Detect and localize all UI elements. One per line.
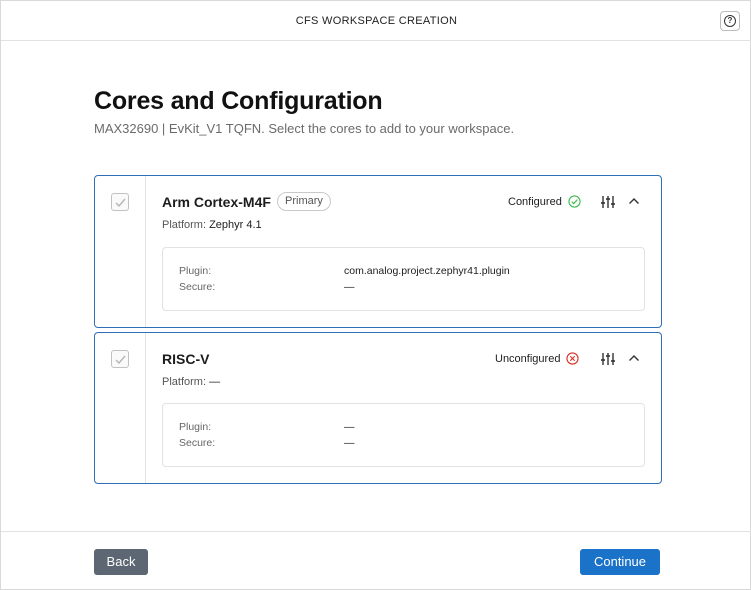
secure-value: — [344, 437, 355, 449]
x-circle-icon [566, 352, 580, 365]
primary-badge: Primary [277, 192, 331, 211]
chevron-up-icon[interactable] [628, 353, 640, 363]
checkmark-icon [115, 198, 126, 208]
core-card-risc-v[interactable]: RISC-V Platform: — Unconfigured Plugin: … [94, 332, 662, 484]
secure-label: Secure: [179, 281, 216, 293]
platform-value: Zephyr 4.1 [209, 219, 262, 231]
status-text: Unconfigured [495, 352, 561, 365]
plugin-value: com.analog.project.zephyr41.plugin [344, 265, 510, 277]
configure-sliders-icon[interactable] [600, 351, 616, 367]
core-name: RISC-V [162, 351, 210, 367]
secure-label: Secure: [179, 437, 216, 449]
platform-label: Platform: [162, 376, 207, 388]
platform-label: Platform: [162, 219, 207, 231]
page-title: Cores and Configuration [94, 87, 383, 115]
core-checkbox[interactable] [111, 193, 129, 211]
core-card-arm-cortex-m4f[interactable]: Arm Cortex-M4F Primary Platform: Zephyr … [94, 175, 662, 328]
core-name: Arm Cortex-M4F [162, 194, 271, 210]
page-subtitle: MAX32690 | EvKit_V1 TQFN. Select the cor… [94, 121, 515, 136]
platform-value: — [209, 376, 221, 388]
chevron-up-icon[interactable] [628, 196, 640, 206]
help-circle-icon: ? [724, 15, 736, 27]
plugin-value: — [344, 421, 355, 433]
title-bar: CFS WORKSPACE CREATION ? [1, 1, 751, 41]
footer-bar: Back Continue [1, 531, 751, 590]
plugin-label: Plugin: [179, 265, 212, 277]
checkmark-icon [115, 355, 126, 365]
plugin-label: Plugin: [179, 421, 212, 433]
check-circle-icon [568, 195, 581, 208]
status-text: Configured [508, 195, 562, 208]
help-button[interactable]: ? [720, 11, 740, 31]
core-checkbox[interactable] [111, 350, 129, 368]
app-window: CFS WORKSPACE CREATION ? Cores and Confi… [0, 0, 751, 590]
core-details-panel: Plugin: — Secure: — [162, 403, 645, 467]
window-title: CFS WORKSPACE CREATION [295, 14, 458, 27]
core-status: Unconfigured [495, 352, 580, 365]
configure-sliders-icon[interactable] [600, 194, 616, 210]
core-platform: Platform: — [162, 376, 220, 388]
card-gutter [95, 333, 146, 483]
core-platform: Platform: Zephyr 4.1 [162, 219, 262, 231]
back-button[interactable]: Back [94, 549, 148, 575]
core-status: Configured [508, 195, 581, 208]
card-gutter [95, 176, 146, 327]
continue-button[interactable]: Continue [580, 549, 660, 575]
secure-value: — [344, 281, 355, 293]
core-details-panel: Plugin: com.analog.project.zephyr41.plug… [162, 247, 645, 311]
